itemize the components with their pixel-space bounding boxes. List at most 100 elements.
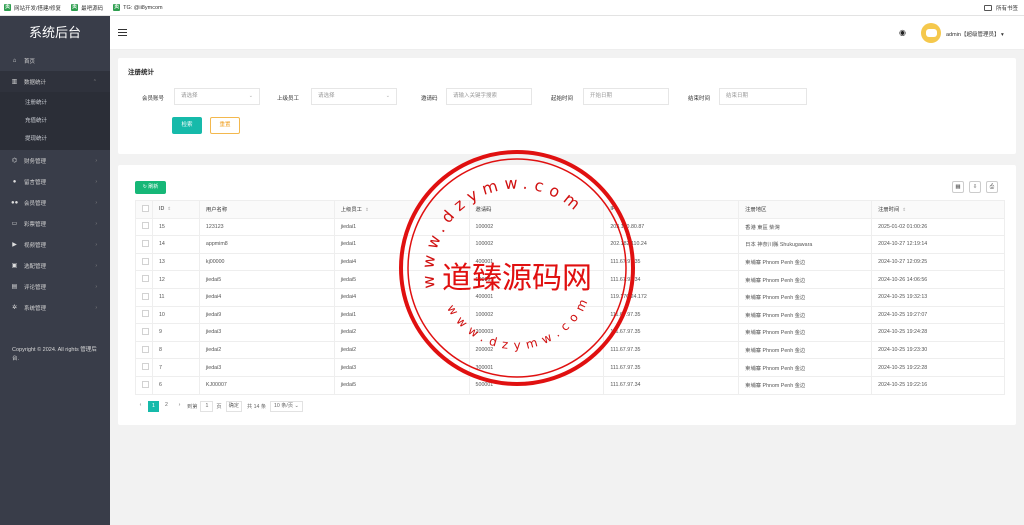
sidebar-subitem-recharge[interactable]: 充值统计 <box>0 112 110 130</box>
sidebar-item-members[interactable]: ●● 会员管理 › <box>0 192 110 213</box>
cell-ip: 111.67.97.35 <box>603 305 740 325</box>
sidebar-item-system[interactable]: ✲ 系统管理 › <box>0 297 110 318</box>
select-all-checkbox[interactable] <box>135 200 153 219</box>
row-checkbox[interactable] <box>135 287 153 307</box>
search-button[interactable]: 检索 <box>172 117 202 134</box>
cell-username: jiedai3 <box>198 358 335 377</box>
column-header-time[interactable]: 注册时间 ⇕ <box>871 200 1005 219</box>
end-time-label: 结束时间 <box>688 96 711 102</box>
cell-username: kj00000 <box>198 252 335 272</box>
table-row[interactable]: 12 jiedai5 jiedai5 500001 111.67.97.34 柬埔寨 Ph… <box>135 270 1005 289</box>
bookmark-item[interactable]: 页最吧源码 <box>71 4 103 12</box>
bookmark-item[interactable]: 页网站开发/搭建/修复 <box>4 4 61 12</box>
member-select[interactable]: 请选择 ⌄ <box>174 88 260 105</box>
table-row[interactable]: 13 kj00000 jiedai4 400001 111.67.97.35 柬埔寨 Ph… <box>135 252 1005 272</box>
all-bookmarks[interactable]: 所有书签 <box>983 4 1018 12</box>
user-menu[interactable]: admin【超级管理员】 ▾ <box>946 30 1004 38</box>
row-checkbox[interactable] <box>135 305 153 325</box>
cell-superior: jiedai1 <box>333 235 470 254</box>
row-checkbox[interactable] <box>135 323 153 342</box>
per-page-select[interactable]: 10 条/页 ⌄ <box>270 400 303 412</box>
table-row[interactable]: 10 jiedai9 jiedai1 100002 111.67.97.35 柬埔寨 Ph… <box>135 305 1005 325</box>
bookmark-item[interactable]: 页 TG: @ii8ymcom <box>113 4 163 11</box>
cell-superior: jiedai1 <box>333 305 470 325</box>
table-row[interactable]: 11 jiedai4 jiedai4 400001 119.176.24.172 柬埔寨 … <box>135 287 1005 307</box>
invite-input[interactable]: 请输入关键字搜索 <box>446 88 532 105</box>
refresh-icon: ↻ <box>142 184 147 190</box>
sidebar-subitem-withdraw[interactable]: 提现统计 <box>0 130 110 148</box>
avatar[interactable] <box>921 23 941 43</box>
refresh-button[interactable]: ↻ 刷新 <box>135 181 166 194</box>
sidebar-item-shop[interactable]: ▣ 选配管理 › <box>0 255 110 276</box>
theme-palette-icon[interactable]: ◉ <box>899 28 906 37</box>
page-button-2[interactable]: 2 <box>161 400 172 412</box>
sidebar-item-finance[interactable]: ⌬ 财务管理 › <box>0 150 110 171</box>
column-header-invite: 邀请码 <box>468 200 605 219</box>
chevron-right-icon: › <box>95 157 97 164</box>
export-icon[interactable]: ⇩ <box>969 181 981 193</box>
column-header-region: 注册地区 <box>738 200 873 219</box>
row-checkbox[interactable] <box>135 252 153 272</box>
cell-username: jiedai9 <box>198 305 335 325</box>
print-icon[interactable]: ⎙ <box>986 181 998 193</box>
start-date-input[interactable]: 开始日期 <box>583 88 669 105</box>
cell-time: 2024-10-26 14:06:56 <box>871 270 1005 289</box>
checkbox-icon <box>142 327 149 335</box>
folder-icon <box>983 5 992 11</box>
chart-icon: ▥ <box>11 79 18 85</box>
table-row[interactable]: 9 jiedai3 jiedai2 200003 111.67.97.35 柬埔寨 Phn… <box>135 323 1005 342</box>
cell-username: jiedai5 <box>198 270 335 289</box>
sidebar-subitem-register[interactable]: 注册统计 <box>0 94 110 112</box>
chevron-right-icon: › <box>95 178 97 185</box>
goto-confirm-button[interactable]: 确定 <box>225 400 242 412</box>
cell-time: 2024-10-25 19:22:28 <box>871 358 1005 377</box>
menu-toggle-icon[interactable] <box>118 29 127 36</box>
page-button-1[interactable]: 1 <box>148 400 159 412</box>
row-checkbox[interactable] <box>135 358 153 377</box>
sidebar-item-messages[interactable]: ● 留言管理 › <box>0 171 110 192</box>
reset-button[interactable]: 重置 <box>210 117 240 134</box>
row-checkbox[interactable] <box>135 217 153 237</box>
cell-username: appmim8 <box>198 235 335 254</box>
chevron-right-icon: › <box>95 241 97 248</box>
table-row[interactable]: 6 KJ00007 jiedai5 500001 111.67.97.34 柬埔寨 Phn… <box>135 375 1005 395</box>
goto-page-input[interactable]: 1 <box>200 400 214 412</box>
cell-ip: 111.67.97.35 <box>603 340 740 360</box>
row-checkbox[interactable] <box>135 340 153 360</box>
sidebar-item-home[interactable]: ⌂ 首页 <box>0 50 110 71</box>
sidebar-item-lottery[interactable]: ▭ 彩票管理 › <box>0 213 110 234</box>
cell-invite: 200003 <box>468 323 605 342</box>
prev-page-button[interactable]: ‹ <box>135 400 146 412</box>
cell-superior: jiedai2 <box>333 340 470 360</box>
column-header-superior[interactable]: 上级员工 ⇕ <box>333 200 470 219</box>
sidebar-item-video[interactable]: ▶ 视频管理 › <box>0 234 110 255</box>
cell-username: KJ00007 <box>198 375 335 395</box>
end-date-input[interactable]: 结束日期 <box>719 88 807 105</box>
page-title: 注册统计 <box>128 69 154 76</box>
cell-region: 柬埔寨 Phnom Penh 金边 <box>738 252 873 272</box>
sidebar-item-statistics[interactable]: ▥ 数据统计 ⌃ <box>0 71 110 92</box>
bookmarks-bar: 页网站开发/搭建/修复 页最吧源码 页 TG: @ii8ymcom 所有书签 <box>0 0 1024 16</box>
row-checkbox[interactable] <box>135 235 153 254</box>
table-row[interactable]: 14 appmim8 jiedai1 100002 202.182.110.24 日本 神… <box>135 235 1005 254</box>
superior-select[interactable]: 请选择 ⌄ <box>311 88 397 105</box>
site-icon: 页 <box>113 4 121 11</box>
chevron-down-icon: ⌄ <box>385 93 390 99</box>
cell-superior: jiedai4 <box>333 252 470 272</box>
cell-invite: 400001 <box>468 287 605 307</box>
sidebar-item-comments[interactable]: ▤ 评论管理 › <box>0 276 110 297</box>
columns-icon[interactable]: ▦ <box>952 181 964 193</box>
column-header-ip: IP <box>603 200 740 219</box>
row-checkbox[interactable] <box>135 270 153 289</box>
cell-region: 柬埔寨 Phnom Penh 金边 <box>738 323 873 342</box>
table-row[interactable]: 15 123123 jiedai1 100002 203.160.80.87 香港 東區 … <box>135 217 1005 237</box>
table-row[interactable]: 7 jiedai3 jiedai3 300001 111.67.97.35 柬埔寨 Phn… <box>135 358 1005 377</box>
next-page-button[interactable]: › <box>174 400 185 412</box>
table-row[interactable]: 8 jiedai2 jiedai2 200002 111.67.97.35 柬埔寨 Phn… <box>135 340 1005 360</box>
cell-id: 10 <box>151 305 200 325</box>
cell-region: 香港 東區 柴灣 <box>738 217 873 237</box>
column-header-id[interactable]: ID ⇕ <box>151 200 200 219</box>
row-checkbox[interactable] <box>135 375 153 395</box>
table-header-row: ID ⇕ 用户名称 上级员工 ⇕ 邀请码 IP 注册地区 注册时间 ⇕ <box>135 200 1005 219</box>
column-header-username: 用户名称 <box>198 200 335 219</box>
